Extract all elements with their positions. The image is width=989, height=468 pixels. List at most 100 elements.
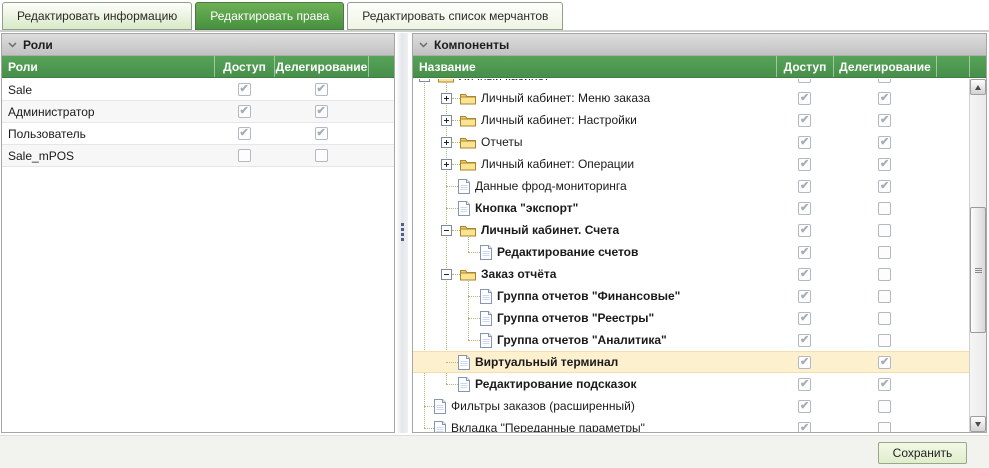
delegation-checkbox[interactable] xyxy=(878,79,891,83)
access-checkbox[interactable] xyxy=(798,268,811,281)
tree-row[interactable]: Фильтры заказов (расширенный) xyxy=(413,395,969,417)
column-header-delegation[interactable]: Делегирование xyxy=(274,56,368,77)
delegation-checkbox[interactable] xyxy=(878,422,891,433)
tab-edit-merchants[interactable]: Редактировать список мерчантов xyxy=(347,2,563,30)
delegation-checkbox[interactable] xyxy=(878,356,891,369)
tree-row[interactable]: Личный кабинет. Счета xyxy=(413,219,969,241)
access-checkbox[interactable] xyxy=(798,180,811,193)
delegation-cell xyxy=(833,131,936,153)
expand-plus-icon[interactable] xyxy=(441,159,452,170)
access-checkbox[interactable] xyxy=(238,149,251,162)
access-checkbox[interactable] xyxy=(798,202,811,215)
delegation-checkbox[interactable] xyxy=(878,114,891,127)
delegation-checkbox[interactable] xyxy=(878,92,891,105)
panel-splitter[interactable] xyxy=(397,33,408,433)
access-checkbox[interactable] xyxy=(798,312,811,325)
access-checkbox[interactable] xyxy=(238,127,251,140)
delegation-cell xyxy=(274,79,368,100)
delegation-checkbox[interactable] xyxy=(878,312,891,325)
roles-panel-header[interactable]: Роли xyxy=(2,34,394,56)
tree-row[interactable]: Личный кабинет: Настройки xyxy=(413,109,969,131)
vertical-scrollbar[interactable] xyxy=(969,79,986,432)
tree-row[interactable]: Личный кабинет xyxy=(413,79,969,87)
access-checkbox[interactable] xyxy=(798,378,811,391)
delegation-checkbox[interactable] xyxy=(878,158,891,171)
table-row[interactable]: Пользователь xyxy=(2,123,394,145)
tree-row[interactable]: Заказ отчёта xyxy=(413,263,969,285)
tree-row[interactable]: Кнопка "экспорт" xyxy=(413,197,969,219)
column-header-name[interactable]: Название xyxy=(413,56,776,77)
delegation-checkbox[interactable] xyxy=(878,224,891,237)
access-cell xyxy=(776,285,833,307)
access-checkbox[interactable] xyxy=(798,92,811,105)
delegation-checkbox[interactable] xyxy=(878,136,891,149)
access-checkbox[interactable] xyxy=(798,290,811,303)
access-checkbox[interactable] xyxy=(798,334,811,347)
document-icon xyxy=(458,355,470,370)
tree-row[interactable]: Группа отчетов "Реестры" xyxy=(413,307,969,329)
tab-edit-information[interactable]: Редактировать информацию xyxy=(2,2,192,30)
access-checkbox[interactable] xyxy=(798,79,811,83)
delegation-checkbox[interactable] xyxy=(878,268,891,281)
tree-row[interactable]: Редактирование счетов xyxy=(413,241,969,263)
delegation-checkbox[interactable] xyxy=(878,400,891,413)
column-header-access[interactable]: Доступ xyxy=(214,56,274,77)
scroll-up-button[interactable] xyxy=(970,79,986,95)
delegation-cell xyxy=(833,87,936,109)
tree-row[interactable]: Отчеты xyxy=(413,131,969,153)
delegation-checkbox[interactable] xyxy=(315,83,328,96)
delegation-cell xyxy=(833,373,936,395)
table-row[interactable]: Администратор xyxy=(2,101,394,123)
column-header-roles[interactable]: Роли xyxy=(2,56,214,77)
tree-row[interactable]: Группа отчетов "Аналитика" xyxy=(413,329,969,351)
tree-node: Редактирование счетов xyxy=(413,245,776,260)
access-checkbox[interactable] xyxy=(798,224,811,237)
tree-node-label: Личный кабинет: Операции xyxy=(481,157,634,171)
access-cell xyxy=(776,79,833,87)
tree-row[interactable]: Вкладка "Переданные параметры" xyxy=(413,417,969,432)
delegation-checkbox[interactable] xyxy=(878,290,891,303)
column-header-access[interactable]: Доступ xyxy=(776,56,833,77)
table-row[interactable]: Sale xyxy=(2,79,394,101)
save-button[interactable]: Сохранить xyxy=(878,442,967,464)
collapse-minus-icon[interactable] xyxy=(419,79,430,82)
access-checkbox[interactable] xyxy=(238,105,251,118)
tree-row[interactable]: Личный кабинет: Меню заказа xyxy=(413,87,969,109)
column-header-delegation[interactable]: Делегирование xyxy=(833,56,936,77)
delegation-checkbox[interactable] xyxy=(315,127,328,140)
access-checkbox[interactable] xyxy=(798,400,811,413)
access-checkbox[interactable] xyxy=(798,356,811,369)
delegation-checkbox[interactable] xyxy=(315,105,328,118)
delegation-checkbox[interactable] xyxy=(878,246,891,259)
access-checkbox[interactable] xyxy=(798,136,811,149)
scroll-down-button[interactable] xyxy=(970,416,986,432)
access-cell xyxy=(776,395,833,417)
expand-plus-icon[interactable] xyxy=(441,93,452,104)
delegation-checkbox[interactable] xyxy=(878,334,891,347)
tree-node: Группа отчетов "Реестры" xyxy=(413,311,776,326)
tree-row[interactable]: Группа отчетов "Финансовые" xyxy=(413,285,969,307)
expand-plus-icon[interactable] xyxy=(441,137,452,148)
delegation-cell xyxy=(833,109,936,131)
tree-row[interactable]: Редактирование подсказок xyxy=(413,373,969,395)
access-checkbox[interactable] xyxy=(798,246,811,259)
tree-row[interactable]: Данные фрод-мониторинга xyxy=(413,175,969,197)
expand-plus-icon[interactable] xyxy=(441,115,452,126)
access-checkbox[interactable] xyxy=(798,114,811,127)
delegation-checkbox[interactable] xyxy=(878,378,891,391)
tree-row[interactable]: Виртуальный терминал xyxy=(413,351,969,373)
delegation-checkbox[interactable] xyxy=(878,202,891,215)
delegation-checkbox[interactable] xyxy=(315,149,328,162)
tree-row[interactable]: Личный кабинет: Операции xyxy=(413,153,969,175)
components-panel-header[interactable]: Компоненты xyxy=(413,34,986,56)
delegation-checkbox[interactable] xyxy=(878,180,891,193)
access-checkbox[interactable] xyxy=(798,422,811,433)
access-checkbox[interactable] xyxy=(798,158,811,171)
scrollbar-thumb[interactable] xyxy=(970,207,986,333)
table-row[interactable]: Sale_mPOS xyxy=(2,145,394,167)
access-checkbox[interactable] xyxy=(238,83,251,96)
collapse-minus-icon[interactable] xyxy=(441,225,452,236)
tab-edit-rights[interactable]: Редактировать права xyxy=(195,2,344,30)
column-header-scroll-sliver xyxy=(969,56,986,77)
collapse-minus-icon[interactable] xyxy=(441,269,452,280)
